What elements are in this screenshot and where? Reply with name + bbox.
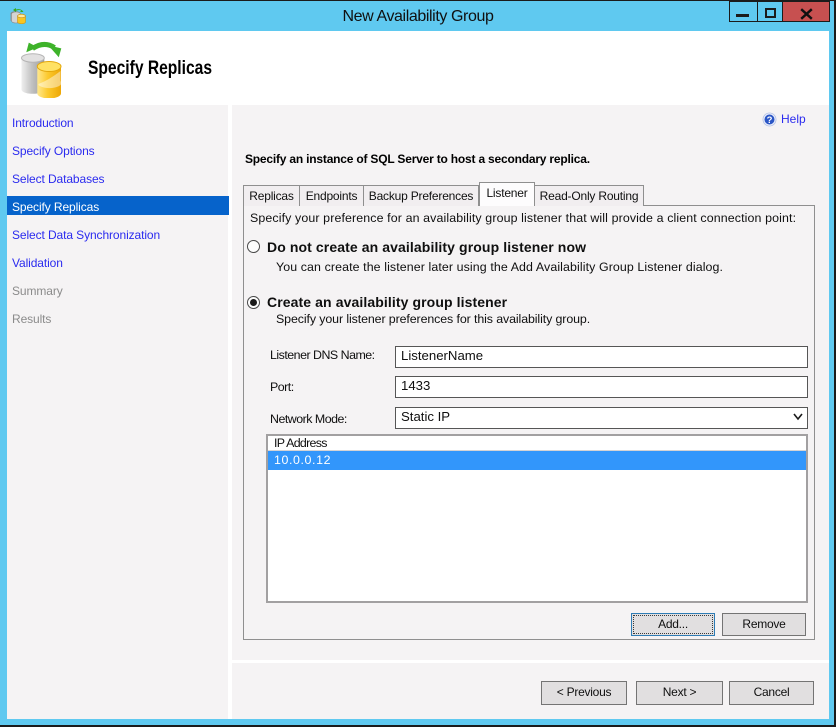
svg-text:?: ? — [767, 115, 773, 126]
